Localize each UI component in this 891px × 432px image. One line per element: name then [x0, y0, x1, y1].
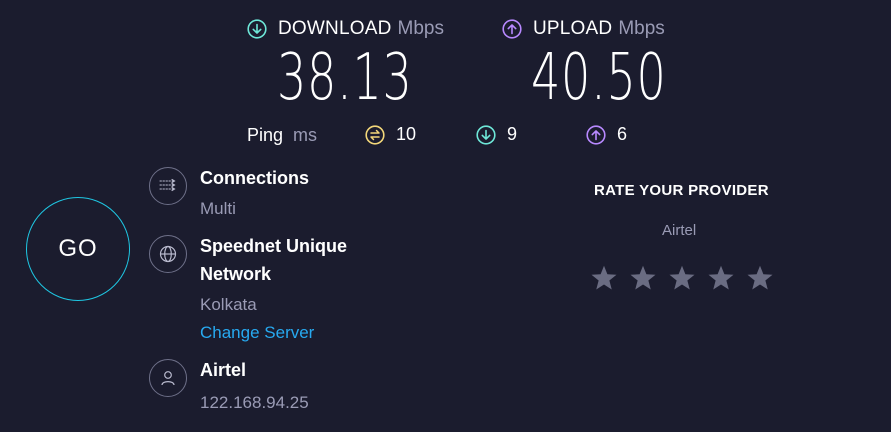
- download-ping-value: 9: [507, 124, 518, 144]
- upload-value: 40.50: [531, 41, 667, 115]
- ping-unit: ms: [293, 125, 318, 145]
- change-server-link[interactable]: Change Server: [200, 323, 314, 343]
- ping-download: 9: [476, 124, 517, 145]
- go-button[interactable]: GO: [26, 197, 130, 301]
- connections-value: Multi: [200, 199, 236, 218]
- rating-stars: [589, 263, 775, 293]
- rate-provider-title: RATE YOUR PROVIDER: [594, 182, 769, 199]
- idle-ping-icon: [365, 124, 385, 145]
- download-unit: Mbps: [397, 18, 444, 39]
- star-icon-2[interactable]: [628, 263, 658, 293]
- upload-ping-icon: [586, 124, 606, 145]
- download-ping-icon: [476, 124, 496, 145]
- server-location: Kolkata: [200, 295, 257, 314]
- idle-ping-value: 10: [396, 124, 417, 144]
- globe-icon: [149, 235, 187, 273]
- star-icon-4[interactable]: [706, 263, 736, 293]
- star-icon-5[interactable]: [745, 263, 775, 293]
- star-icon-1[interactable]: [589, 263, 619, 293]
- ping-row: Ping ms: [247, 125, 317, 146]
- upload-label: UPLOAD: [533, 18, 613, 39]
- download-arrow-icon: [247, 19, 267, 39]
- rate-provider-name: Airtel: [662, 222, 697, 239]
- upload-header: UPLOAD Mbps: [502, 18, 665, 40]
- ping-idle: 10: [365, 124, 416, 145]
- upload-arrow-icon: [502, 19, 522, 39]
- isp-name: Airtel: [200, 360, 247, 380]
- ping-label: Ping: [247, 125, 284, 145]
- connections-icon: [149, 167, 187, 205]
- user-icon: [149, 359, 187, 397]
- connections-title: Connections: [200, 168, 310, 188]
- isp-ip: 122.168.94.25: [200, 393, 309, 412]
- upload-ping-value: 6: [617, 124, 628, 144]
- download-label: DOWNLOAD: [278, 18, 392, 39]
- download-value: 38.13: [277, 41, 413, 115]
- ping-upload: 6: [586, 124, 627, 145]
- download-header: DOWNLOAD Mbps: [247, 18, 444, 40]
- upload-unit: Mbps: [618, 18, 665, 39]
- server-name: Speednet Unique Network: [200, 236, 348, 284]
- star-icon-3[interactable]: [667, 263, 697, 293]
